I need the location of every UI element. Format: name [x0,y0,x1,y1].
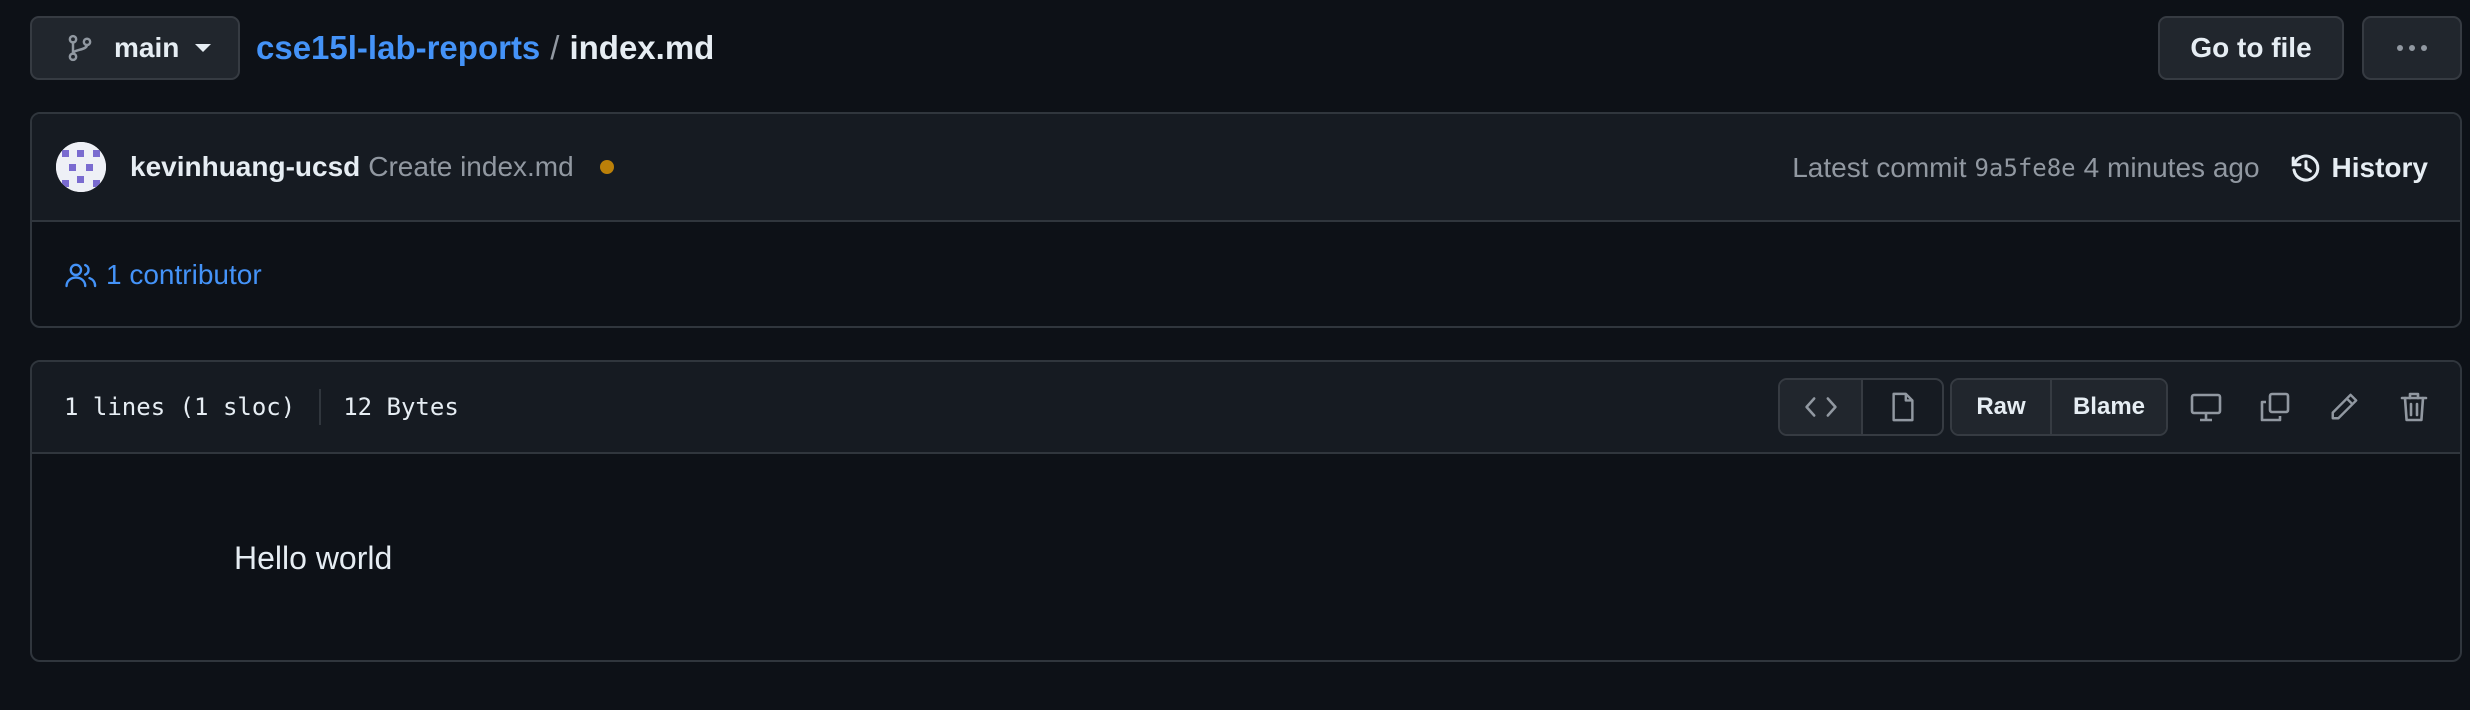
latest-commit-label: Latest commit [1792,152,1967,183]
go-to-file-button[interactable]: Go to file [2158,16,2344,80]
trash-icon [2400,391,2428,423]
chevron-down-icon [195,44,212,52]
breadcrumb-repo-link[interactable]: cse15l-lab-reports [256,29,540,67]
breadcrumb: cse15l-lab-reports / index.md [256,16,714,80]
branch-label: main [114,32,180,63]
avatar[interactable] [56,142,106,192]
pencil-icon [2329,392,2359,422]
display-source-button[interactable] [2178,378,2234,436]
history-label: History [2331,152,2428,183]
people-icon [64,261,106,289]
file-size: 12 Bytes [343,393,459,421]
copy-icon [2259,391,2291,423]
commit-time: 4 minutes ago [2083,152,2260,183]
file-header: 1 lines (1 sloc) 12 Bytes Raw Blame [32,362,2460,454]
file-content: Hello world [32,454,2460,660]
commit-status-indicator[interactable] [599,160,614,174]
view-mode-toggle [1778,378,1944,436]
contributors-link[interactable]: 1 contributor [64,259,262,291]
file-viewer: 1 lines (1 sloc) 12 Bytes Raw Blame Hell… [30,360,2462,662]
blame-button[interactable]: Blame [2050,380,2166,434]
copy-raw-button[interactable] [2247,378,2303,436]
delete-file-button[interactable] [2386,378,2442,436]
code-icon [1804,395,1838,419]
contributors-label: 1 contributor [106,259,262,290]
commit-sha-link[interactable]: 9a5fe8e [1974,154,2075,182]
preview-view-button[interactable] [1861,380,1942,434]
raw-blame-group: Raw Blame [1950,378,2168,436]
history-icon [2290,152,2332,184]
code-view-button[interactable] [1780,380,1861,434]
contributors-row: 1 contributor [32,222,2460,326]
history-button[interactable]: History [2290,152,2428,184]
file-info: 1 lines (1 sloc) 12 Bytes [64,389,459,425]
latest-commit-box: kevinhuang-ucsd Create index.md Latest c… [30,112,2462,328]
file-icon [1891,392,1915,422]
commit-message-link[interactable]: Create index.md [368,151,573,183]
rendered-markdown-text: Hello world [234,540,393,576]
file-line-count: 1 lines (1 sloc) [64,393,296,421]
breadcrumb-file-name: index.md [569,29,715,66]
kebab-horizontal-icon [2395,43,2429,53]
commit-author-link[interactable]: kevinhuang-ucsd [130,151,360,183]
edit-file-button[interactable] [2316,378,2372,436]
commit-row: kevinhuang-ucsd Create index.md Latest c… [32,114,2460,222]
file-navigation-bar: main cse15l-lab-reports / index.md Go to… [30,16,2462,80]
breadcrumb-separator: / [550,29,560,66]
more-options-button[interactable] [2362,16,2462,80]
raw-button[interactable]: Raw [1952,380,2050,434]
file-info-divider [319,389,322,425]
commit-meta: Latest commit 9a5fe8e 4 minutes ago Hist… [1792,114,2428,222]
git-branch-icon [66,32,94,64]
desktop-icon [2190,392,2222,422]
branch-select-button[interactable]: main [30,16,240,80]
